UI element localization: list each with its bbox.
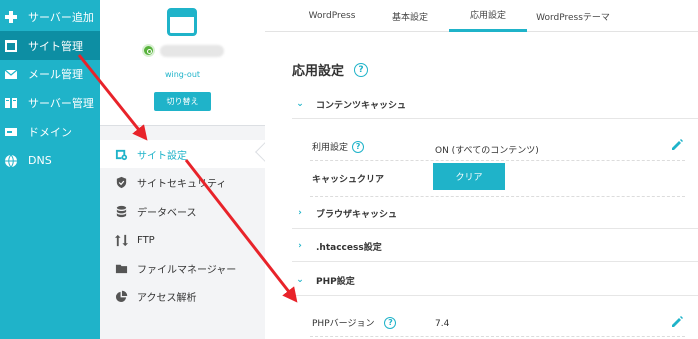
pie-chart-icon [114, 289, 128, 303]
subnav-item-site-security[interactable]: サイトセキュリティ [100, 168, 265, 196]
subnav-item-access-analysis[interactable]: アクセス解析 [100, 282, 265, 310]
folder-icon [114, 261, 128, 275]
divider [292, 118, 698, 119]
section-title: .htaccess設定 [316, 242, 382, 253]
pencil-icon[interactable] [670, 137, 684, 151]
domain-icon [4, 125, 18, 139]
divider [292, 228, 698, 229]
mail-icon [4, 67, 18, 81]
subnav-item-label: サイト設定 [137, 150, 187, 162]
plus-icon [4, 10, 18, 24]
usage-setting-text: 利用設定 [312, 143, 349, 153]
usage-setting-value: ON (すべてのコンテンツ) [435, 146, 539, 156]
window-icon [4, 39, 18, 53]
tab-wordpress[interactable]: WordPress [293, 0, 371, 32]
chevron-right-icon: › [298, 241, 302, 251]
nav-item-dns[interactable]: DNS [0, 146, 100, 175]
divider [310, 196, 685, 197]
subnav-item-ftp[interactable]: FTP [100, 226, 265, 254]
tab-wordpress-theme[interactable]: WordPressテーマ [527, 0, 619, 32]
usage-setting-label: 利用設定 ? [312, 140, 365, 153]
server-window-icon [167, 8, 197, 36]
ftp-icon [114, 233, 128, 247]
subnav-item-label: アクセス解析 [137, 292, 197, 304]
site-settings-icon [114, 147, 128, 161]
nav-item-label: メール管理 [28, 67, 83, 81]
database-icon [114, 204, 128, 218]
divider [292, 261, 698, 262]
nav-item-server-management[interactable]: サーバー管理 [0, 88, 100, 117]
pencil-icon[interactable] [670, 314, 684, 328]
page-title: 応用設定 [292, 64, 345, 79]
section-php[interactable]: ⌄ PHP設定 [292, 266, 698, 294]
power-status-icon [142, 44, 155, 57]
cache-clear-label: キャッシュクリア [312, 175, 385, 185]
nav-item-label: ドメイン [28, 125, 72, 139]
subnav-item-site-settings[interactable]: サイト設定 [100, 140, 265, 168]
nav-item-site-management[interactable]: サイト管理 [0, 31, 100, 60]
divider [310, 160, 685, 161]
nav-item-label: サーバー追加 [28, 10, 94, 24]
tab-basic-settings[interactable]: 基本設定 [371, 0, 449, 32]
divider [100, 125, 265, 126]
help-icon[interactable]: ? [352, 140, 365, 153]
nav-item-label: サーバー管理 [28, 96, 94, 110]
help-icon[interactable]: ? [354, 62, 369, 77]
section-title: PHP設定 [316, 276, 355, 287]
subnav-item-label: データベース [137, 207, 197, 219]
section-content-cache[interactable]: ⌄ コンテンツキャッシュ [292, 90, 698, 118]
subnav-item-label: ファイルマネージャー [137, 264, 237, 276]
php-version-text: PHPバージョン [312, 319, 375, 329]
server-panel: wing-out 切り替え [100, 0, 265, 125]
section-htaccess[interactable]: › .htaccess設定 [292, 232, 698, 260]
main-content: WordPress 基本設定 応用設定 WordPressテーマ 応用設定 ? … [265, 0, 698, 339]
section-browser-cache[interactable]: › ブラウザキャッシュ [292, 199, 698, 227]
chevron-down-icon: ⌄ [296, 99, 304, 109]
globe-icon [4, 154, 18, 168]
tab-advanced-settings[interactable]: 応用設定 [449, 0, 527, 32]
blurred-account-name [160, 45, 224, 57]
server-name: wing-out [164, 70, 201, 79]
php-version-value: 7.4 [435, 319, 450, 329]
nav-item-label: DNS [28, 154, 52, 167]
divider [310, 336, 685, 337]
nav-item-add-server[interactable]: サーバー追加 [0, 2, 100, 31]
nav-item-label: サイト管理 [28, 39, 83, 53]
site-sidebar: wing-out 切り替え サイト設定 サイトセキュリティ データベース FTP… [100, 0, 265, 339]
shield-icon [114, 175, 128, 189]
help-icon[interactable]: ? [384, 316, 397, 329]
chevron-down-icon: ⌄ [296, 275, 304, 285]
subnav-item-label: FTP [137, 234, 155, 246]
subnav-item-file-manager[interactable]: ファイルマネージャー [100, 254, 265, 282]
nav-item-domain[interactable]: ドメイン [0, 117, 100, 146]
section-title: コンテンツキャッシュ [316, 100, 407, 111]
server-icon [4, 96, 18, 110]
php-version-label: PHPバージョン ? [312, 316, 397, 329]
chevron-right-icon: › [298, 208, 302, 218]
cache-clear-button[interactable]: クリア [433, 163, 505, 190]
subnav-item-database[interactable]: データベース [100, 197, 265, 225]
divider [292, 295, 698, 296]
page-title-row: 応用設定 ? [292, 60, 369, 79]
section-title: ブラウザキャッシュ [316, 209, 398, 220]
subnav-item-label: サイトセキュリティ [137, 178, 227, 190]
nav-item-mail-management[interactable]: メール管理 [0, 59, 100, 88]
switch-button[interactable]: 切り替え [154, 92, 211, 111]
left-nav: サーバー追加 サイト管理 メール管理 サーバー管理 ドメイン DNS [0, 0, 100, 339]
tab-bar: WordPress 基本設定 応用設定 WordPressテーマ [265, 0, 698, 32]
